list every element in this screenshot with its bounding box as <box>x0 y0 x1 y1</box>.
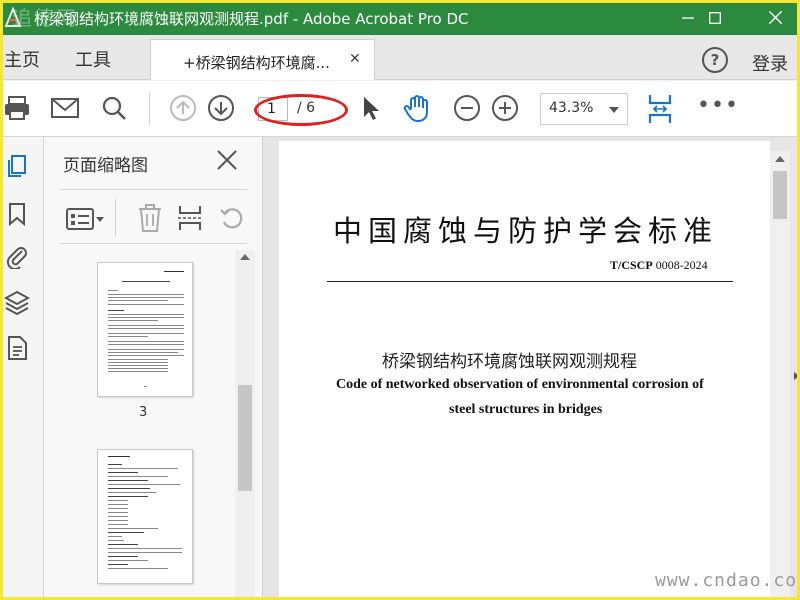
title-bar: 追德网 桥梁钢结构环境腐蚀联网观测规程.pdf - Adobe Acrobat … <box>0 0 800 35</box>
search-icon[interactable] <box>99 93 129 123</box>
page-thumbnail[interactable] <box>97 449 193 584</box>
fit-page-icon[interactable] <box>645 91 675 127</box>
menu-bar: 主页 工具 <box>0 35 800 80</box>
close-window-button[interactable] <box>752 0 798 35</box>
toolbar-divider <box>115 199 116 237</box>
pdf-page: 中国腐蚀与防护学会标准 T/CSCP 0008-2024 桥梁钢结构环境腐蚀联网… <box>279 141 770 600</box>
panel-divider <box>59 189 247 190</box>
highlight-ellipse <box>254 94 348 126</box>
thumbnails-scrollbar[interactable] <box>235 250 255 600</box>
zoom-in-icon[interactable] <box>490 93 520 123</box>
toolbar-divider <box>149 93 150 125</box>
close-icon <box>768 11 782 24</box>
scroll-up-icon[interactable] <box>775 156 785 162</box>
expand-right-panel-icon[interactable] <box>794 372 799 380</box>
panel-divider <box>59 243 247 244</box>
zoom-out-icon[interactable] <box>452 93 482 123</box>
zoom-select[interactable]: 43.3% <box>540 93 628 125</box>
thumbnail-page-number: 3 <box>139 405 148 420</box>
standard-code: T/CSCP 0008-2024 <box>610 258 708 273</box>
delete-icon[interactable] <box>137 203 163 233</box>
page-thumbnail[interactable] <box>97 262 193 397</box>
insert-page-icon[interactable] <box>177 203 203 233</box>
site-watermark: www.cndao.com <box>655 570 800 591</box>
zoom-value: 43.3% <box>549 100 594 116</box>
document-viewer: 中国腐蚀与防护学会标准 T/CSCP 0008-2024 桥梁钢结构环境腐蚀联网… <box>263 137 800 600</box>
tab-close-button[interactable]: ✕ <box>349 51 361 67</box>
select-cursor-icon[interactable] <box>356 93 386 123</box>
navigation-rail <box>0 137 44 600</box>
document-title-cn: 桥梁钢结构环境腐蚀联网观测规程 <box>382 352 637 372</box>
maximize-button[interactable] <box>692 0 738 35</box>
options-menu-icon[interactable] <box>65 207 105 231</box>
thumbnails-panel: 页面缩略图 3 <box>44 137 263 600</box>
login-link[interactable]: 登录 <box>752 50 788 76</box>
bookmark-icon[interactable] <box>4 201 30 227</box>
document-title-en-line1: Code of networked observation of environ… <box>336 377 704 392</box>
previous-page-icon[interactable] <box>168 93 198 123</box>
thumbnails-toolbar <box>59 195 247 243</box>
page-thumbnails-icon[interactable] <box>4 153 30 179</box>
close-panel-icon[interactable] <box>214 147 240 173</box>
layers-icon[interactable] <box>3 289 31 316</box>
help-icon[interactable]: ? <box>702 47 728 73</box>
chevron-down-icon <box>609 107 619 113</box>
print-icon[interactable] <box>2 93 32 123</box>
scroll-up-icon[interactable] <box>240 254 250 260</box>
document-properties-icon[interactable] <box>4 335 30 361</box>
scrollbar-thumb[interactable] <box>773 171 787 219</box>
document-scrollbar[interactable] <box>770 151 790 600</box>
scrollbar-thumb[interactable] <box>238 385 252 491</box>
document-tab-label: +桥梁钢结构环境腐... <box>183 54 330 72</box>
next-page-icon[interactable] <box>206 93 236 123</box>
menu-home[interactable]: 主页 <box>4 46 40 72</box>
more-options-icon[interactable]: ••• <box>697 95 739 117</box>
standard-heading: 中国腐蚀与防护学会标准 <box>333 214 719 248</box>
standard-code-number: 0008-2024 <box>655 258 708 272</box>
document-title-en-line2: steel structures in bridges <box>449 402 603 417</box>
menu-tools[interactable]: 工具 <box>75 46 111 72</box>
attachment-icon[interactable] <box>4 243 30 271</box>
document-tab[interactable]: +桥梁钢结构环境腐... ✕ <box>150 39 375 80</box>
heading-rule <box>327 281 733 282</box>
rotate-icon[interactable] <box>219 205 245 231</box>
window-title: 桥梁钢结构环境腐蚀联网观测规程.pdf - Adobe Acrobat Pro … <box>34 10 469 28</box>
hand-tool-icon[interactable] <box>402 93 432 123</box>
thumbnails-panel-title: 页面缩略图 <box>63 156 148 176</box>
email-icon[interactable] <box>50 93 80 123</box>
standard-code-prefix: T/CSCP <box>610 258 653 272</box>
maximize-icon <box>709 11 721 24</box>
toolbar: 1 / 6 43.3% ••• <box>0 81 800 137</box>
